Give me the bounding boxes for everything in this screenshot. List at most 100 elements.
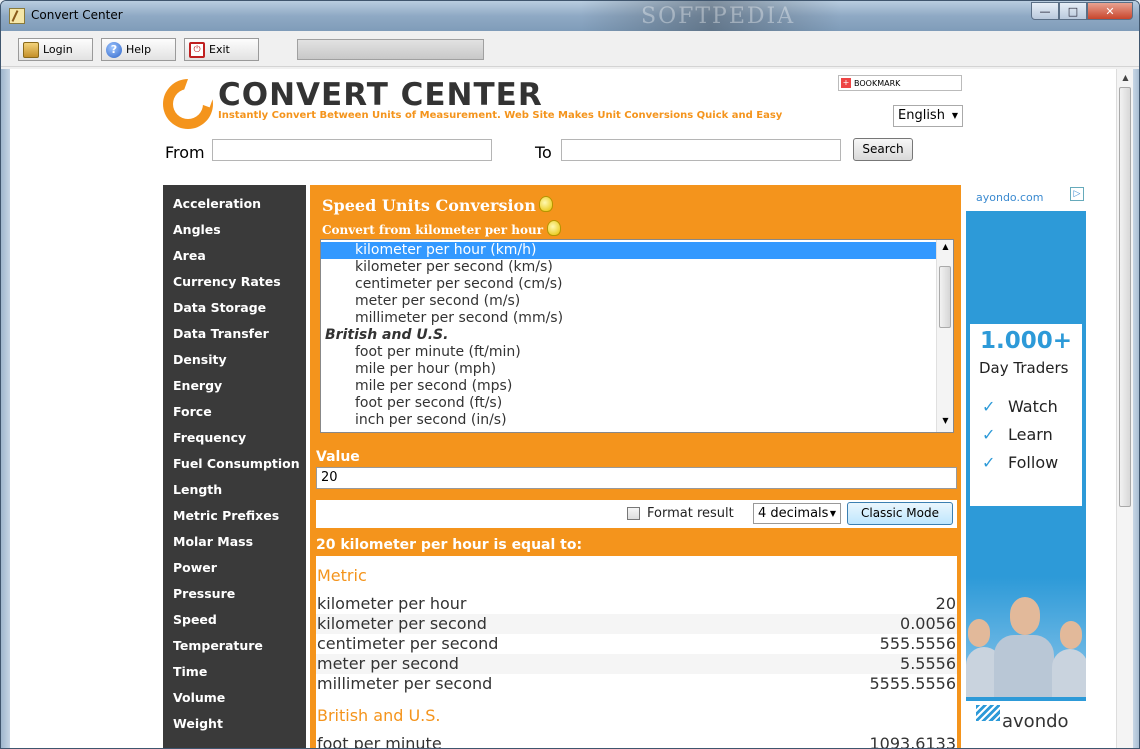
sidebar-item-speed[interactable]: Speed (173, 612, 217, 627)
login-button[interactable]: Login (18, 38, 93, 61)
list-item[interactable]: millimeter per second (mm/s) (321, 310, 937, 327)
sidebar-item-data-storage[interactable]: Data Storage (173, 300, 266, 315)
tagline: Instantly Convert Between Units of Measu… (218, 110, 783, 121)
from-label: From (165, 143, 205, 162)
category-sidebar: Acceleration Angles Area Currency Rates … (163, 185, 306, 748)
right-frame (1133, 69, 1139, 748)
sidebar-item-temperature[interactable]: Temperature (173, 638, 263, 653)
listbox-scrollbar[interactable]: ▲ ▼ (936, 240, 953, 432)
list-item[interactable]: foot per second (ft/s) (321, 395, 937, 412)
search-button[interactable]: Search (853, 138, 913, 161)
sidebar-item-pressure[interactable]: Pressure (173, 586, 235, 601)
ad-check-learn: Learn (1008, 425, 1053, 444)
unit-value: 0.0056 (900, 614, 956, 633)
language-select[interactable]: English ▼ (893, 105, 963, 127)
from-input[interactable] (212, 139, 492, 161)
sidebar-item-angles[interactable]: Angles (173, 222, 221, 237)
sidebar-item-data-transfer[interactable]: Data Transfer (173, 326, 269, 341)
list-item[interactable]: kilometer per second (km/s) (321, 259, 937, 276)
help-icon: ? (106, 41, 122, 58)
page-scrollbar[interactable]: ▲ (1116, 69, 1134, 748)
app-icon (9, 8, 25, 24)
unit-value: 1093.6133 (869, 734, 956, 749)
check-icon: ✓ (982, 425, 996, 444)
unit-listbox[interactable]: kilometer per hour (km/h) kilometer per … (320, 239, 954, 433)
unit-value: 20 (935, 594, 956, 613)
sidebar-item-length[interactable]: Length (173, 482, 222, 497)
sidebar-item-molar-mass[interactable]: Molar Mass (173, 534, 253, 549)
chevron-down-icon: ▼ (951, 111, 958, 120)
list-item[interactable]: meter per second (m/s) (321, 293, 937, 310)
scroll-up-icon[interactable]: ▲ (937, 242, 953, 251)
sidebar-item-currency-rates[interactable]: Currency Rates (173, 274, 281, 289)
list-item[interactable]: kilometer per hour (km/h) (321, 242, 937, 259)
check-icon: ✓ (982, 397, 996, 416)
scroll-down-icon[interactable]: ▼ (937, 416, 953, 425)
decimals-value: 4 decimals (758, 506, 829, 521)
language-value: English (898, 108, 945, 123)
sidebar-item-frequency[interactable]: Frequency (173, 430, 246, 445)
list-item[interactable]: foot per minute (ft/min) (321, 344, 937, 361)
list-item[interactable]: mile per hour (mph) (321, 361, 937, 378)
lightbulb-icon[interactable] (547, 220, 561, 236)
table-row: centimeter per second 555.5556 (316, 634, 957, 654)
list-item[interactable]: centimeter per second (cm/s) (321, 276, 937, 293)
to-label: To (535, 143, 552, 162)
unit-name: centimeter per second (317, 634, 499, 653)
value-input[interactable]: 20 (316, 467, 957, 489)
format-result-checkbox[interactable] (627, 507, 640, 520)
list-item[interactable]: mile per second (mps) (321, 378, 937, 395)
ad-people-image (966, 577, 1086, 697)
maximize-button[interactable]: □ (1059, 2, 1087, 20)
unit-value: 5.5556 (900, 654, 956, 673)
sidebar-item-volume[interactable]: Volume (173, 690, 225, 705)
title-bar[interactable]: SOFTPEDIA Convert Center — □ ✕ (1, 1, 1139, 31)
advertisement[interactable]: ayondo.com ▷ 1.000+ Day Traders ✓ Watch … (966, 185, 1086, 748)
unit-name: foot per minute (317, 734, 442, 749)
login-icon (23, 41, 39, 58)
watermark-text: SOFTPEDIA (641, 4, 796, 29)
window-controls: — □ ✕ (1031, 2, 1133, 20)
close-button[interactable]: ✕ (1087, 2, 1133, 20)
unit-value: 5555.5556 (869, 674, 956, 693)
list-item[interactable]: inch per second (in/s) (321, 412, 937, 429)
exit-button[interactable]: ⏻ Exit (184, 38, 259, 61)
check-icon: ✓ (982, 453, 996, 472)
lightbulb-icon[interactable] (539, 196, 553, 212)
table-row: millimeter per second 5555.5556 (316, 674, 957, 694)
ad-brand: avondo (1002, 711, 1069, 732)
sidebar-item-force[interactable]: Force (173, 404, 212, 419)
minimize-button[interactable]: — (1031, 2, 1059, 20)
sidebar-item-time[interactable]: Time (173, 664, 207, 679)
logo-icon (163, 79, 213, 129)
table-row: kilometer per second 0.0056 (316, 614, 957, 634)
plus-icon: + (841, 78, 851, 88)
help-button[interactable]: ? Help (101, 38, 176, 61)
sidebar-item-fuel-consumption[interactable]: Fuel Consumption (173, 456, 300, 471)
decimals-select[interactable]: 4 decimals ▼ (753, 503, 841, 524)
sidebar-item-density[interactable]: Density (173, 352, 227, 367)
ad-check-follow: Follow (1008, 453, 1059, 472)
scroll-up-icon[interactable]: ▲ (1117, 69, 1134, 86)
sidebar-item-metric-prefixes[interactable]: Metric Prefixes (173, 508, 279, 523)
table-row: kilometer per hour 20 (316, 594, 957, 614)
result-header: 20 kilometer per hour is equal to: (316, 537, 583, 553)
scroll-thumb[interactable] (1119, 87, 1131, 507)
list-group-label: British and U.S. (325, 327, 449, 343)
sidebar-item-area[interactable]: Area (173, 248, 206, 263)
to-input[interactable] (561, 139, 841, 161)
table-row: meter per second 5.5556 (316, 654, 957, 674)
ad-choices-icon[interactable]: ▷ (1070, 187, 1084, 201)
web-content: CONVERT CENTER Instantly Convert Between… (10, 69, 1116, 749)
conversion-panel: Speed Units Conversion Convert from kilo… (310, 185, 961, 749)
scroll-thumb[interactable] (939, 266, 951, 328)
classic-mode-button[interactable]: Classic Mode (847, 502, 953, 525)
sidebar-item-energy[interactable]: Energy (173, 378, 222, 393)
bookmark-button[interactable]: + BOOKMARK (838, 75, 962, 91)
ad-check-watch: Watch (1008, 397, 1058, 416)
sidebar-item-power[interactable]: Power (173, 560, 217, 575)
unit-name: kilometer per second (317, 614, 487, 633)
sidebar-item-acceleration[interactable]: Acceleration (173, 196, 261, 211)
sidebar-item-weight[interactable]: Weight (173, 716, 223, 731)
unit-name: millimeter per second (317, 674, 493, 693)
